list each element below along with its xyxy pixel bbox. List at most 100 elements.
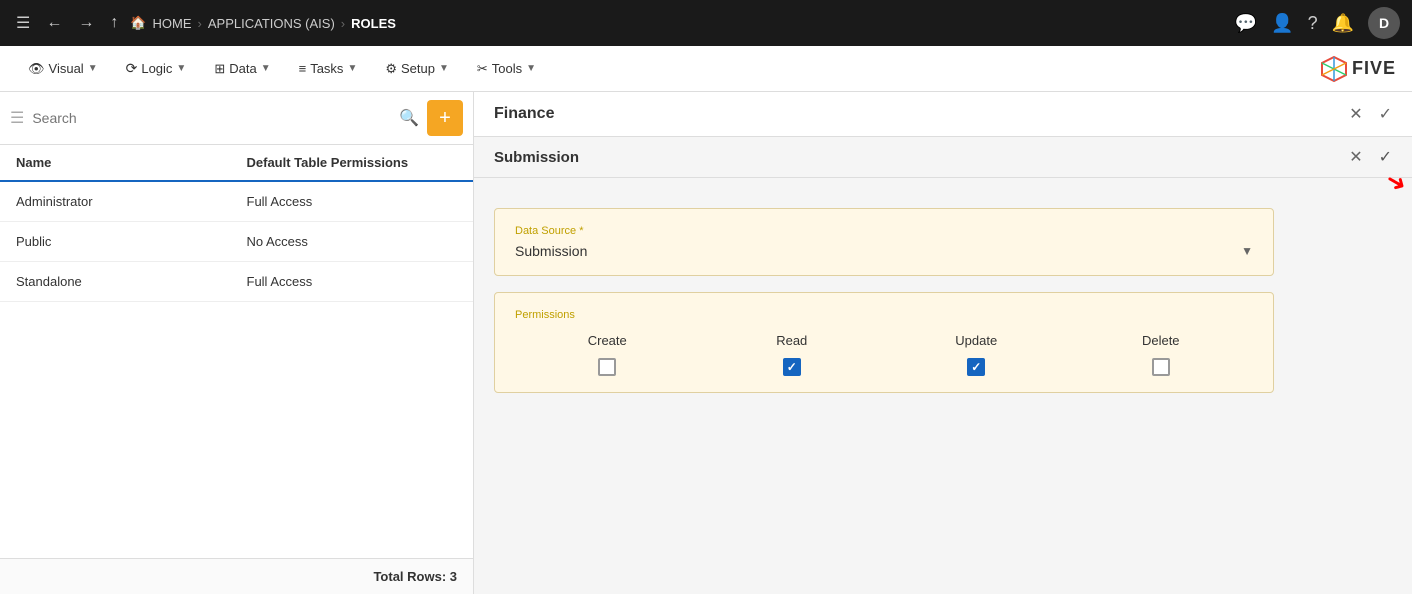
search-bar: ☰ 🔍 + — [0, 92, 473, 145]
datasource-chevron-icon: ▼ — [1241, 244, 1253, 258]
logic-label: Logic — [141, 61, 172, 76]
data-icon: ⊞ — [214, 61, 225, 77]
form-content: Data Source * Submission ▼ Permissions C… — [474, 178, 1412, 594]
table-row[interactable]: Administrator Full Access — [0, 182, 473, 222]
data-chevron: ▼ — [261, 63, 271, 74]
tasks-chevron: ▼ — [347, 63, 357, 74]
right-panel: Finance ✕ ✓ Submission ✕ ✓ ➜ Data Source… — [474, 92, 1412, 594]
read-permission-col: Read — [700, 333, 885, 376]
submission-header: Submission ✕ ✓ ➜ — [474, 137, 1412, 178]
finance-title: Finance — [494, 105, 554, 123]
create-label: Create — [588, 333, 627, 348]
breadcrumb-sep1: › — [198, 16, 202, 31]
submission-title: Submission — [494, 149, 579, 166]
row-name-public: Public — [16, 234, 227, 249]
row-perm-public: No Access — [227, 234, 458, 249]
table-header: Name Default Table Permissions — [0, 145, 473, 182]
menu-item-logic[interactable]: ⟳ Logic ▼ — [114, 54, 199, 83]
up-button[interactable]: ↑ — [106, 10, 122, 36]
submission-header-actions: ✕ ✓ ➜ — [1349, 147, 1392, 167]
update-checkbox[interactable] — [967, 358, 985, 376]
update-label: Update — [955, 333, 997, 348]
setup-chevron: ▼ — [439, 63, 449, 74]
datasource-select[interactable]: Submission ▼ — [515, 243, 1253, 259]
datasource-card: Data Source * Submission ▼ — [494, 208, 1274, 276]
datasource-value: Submission — [515, 243, 587, 259]
visual-chevron: ▼ — [88, 63, 98, 74]
setup-icon: ⚙ — [385, 61, 397, 77]
home-icon: 🏠 — [130, 15, 146, 31]
finance-close-button[interactable]: ✕ — [1349, 104, 1362, 124]
row-perm-standalone: Full Access — [227, 274, 458, 289]
table-footer: Total Rows: 3 — [0, 558, 473, 594]
tasks-icon: ≡ — [299, 61, 307, 76]
forward-button[interactable]: → — [74, 10, 98, 36]
search-input[interactable] — [32, 110, 391, 126]
back-button[interactable]: ← — [42, 10, 66, 36]
finance-header: Finance ✕ ✓ — [474, 92, 1412, 137]
delete-checkbox[interactable] — [1152, 358, 1170, 376]
roles-label[interactable]: ROLES — [351, 16, 396, 31]
permissions-label: Permissions — [515, 309, 1253, 321]
row-name-administrator: Administrator — [16, 194, 227, 209]
five-logo-text: FIVE — [1352, 58, 1396, 79]
main-area: ☰ 🔍 + Name Default Table Permissions Adm… — [0, 92, 1412, 594]
total-rows: Total Rows: 3 — [373, 569, 457, 584]
create-checkbox[interactable] — [598, 358, 616, 376]
menu-icon[interactable]: ☰ — [12, 9, 34, 37]
tools-label: Tools — [492, 61, 522, 76]
tasks-label: Tasks — [310, 61, 343, 76]
search-icon[interactable]: 🔍 — [399, 108, 419, 128]
menu-item-tools[interactable]: ✂ Tools ▼ — [465, 55, 548, 83]
visual-label: Visual — [49, 61, 84, 76]
update-permission-col: Update — [884, 333, 1069, 376]
row-perm-administrator: Full Access — [227, 194, 458, 209]
column-name-header: Name — [16, 155, 227, 170]
avatar[interactable]: D — [1368, 7, 1400, 39]
menu-bar: 👁 Visual ▼ ⟳ Logic ▼ ⊞ Data ▼ ≡ Tasks ▼ … — [0, 46, 1412, 92]
filter-icon: ☰ — [10, 108, 24, 128]
delete-label: Delete — [1142, 333, 1180, 348]
permissions-card: Permissions Create Read Update — [494, 292, 1274, 393]
home-label[interactable]: HOME — [153, 16, 192, 31]
submission-check-button[interactable]: ✓ — [1379, 147, 1392, 167]
menu-item-data[interactable]: ⊞ Data ▼ — [202, 55, 282, 83]
add-button[interactable]: + — [427, 100, 463, 136]
menu-item-tasks[interactable]: ≡ Tasks ▼ — [287, 55, 370, 82]
top-right-icons: 💬 👤 ? 🔔 D — [1235, 7, 1400, 39]
delete-permission-col: Delete — [1069, 333, 1254, 376]
five-logo-icon — [1320, 55, 1348, 83]
datasource-label: Data Source * — [515, 225, 1253, 237]
finance-check-button[interactable]: ✓ — [1379, 104, 1392, 124]
table-row[interactable]: Public No Access — [0, 222, 473, 262]
submission-close-button[interactable]: ✕ — [1349, 147, 1362, 167]
help-icon[interactable]: ? — [1308, 13, 1318, 34]
menu-item-setup[interactable]: ⚙ Setup ▼ — [373, 55, 461, 83]
create-permission-col: Create — [515, 333, 700, 376]
applications-label[interactable]: APPLICATIONS (AIS) — [208, 16, 335, 31]
finance-header-actions: ✕ ✓ — [1349, 104, 1392, 124]
tools-icon: ✂ — [477, 61, 488, 77]
menu-item-visual[interactable]: 👁 Visual ▼ — [16, 55, 110, 83]
permissions-row: Create Read Update Delete — [515, 333, 1253, 376]
read-checkbox[interactable] — [783, 358, 801, 376]
user-icon[interactable]: 👤 — [1271, 13, 1293, 34]
left-panel: ☰ 🔍 + Name Default Table Permissions Adm… — [0, 92, 474, 594]
top-navbar: ☰ ← → ↑ 🏠 HOME › APPLICATIONS (AIS) › RO… — [0, 0, 1412, 46]
breadcrumb-sep2: › — [341, 16, 345, 31]
data-label: Data — [229, 61, 256, 76]
chat-icon[interactable]: 💬 — [1235, 13, 1257, 34]
five-logo: FIVE — [1320, 55, 1396, 83]
setup-label: Setup — [401, 61, 435, 76]
column-permissions-header: Default Table Permissions — [227, 155, 458, 170]
table-body: Administrator Full Access Public No Acce… — [0, 182, 473, 558]
tools-chevron: ▼ — [526, 63, 536, 74]
breadcrumb: 🏠 HOME › APPLICATIONS (AIS) › ROLES — [130, 15, 1226, 31]
row-name-standalone: Standalone — [16, 274, 227, 289]
logic-chevron: ▼ — [176, 63, 186, 74]
read-label: Read — [776, 333, 807, 348]
logic-icon: ⟳ — [126, 60, 138, 77]
table-row[interactable]: Standalone Full Access — [0, 262, 473, 302]
visual-icon: 👁 — [28, 61, 45, 77]
bell-icon[interactable]: 🔔 — [1332, 13, 1354, 34]
